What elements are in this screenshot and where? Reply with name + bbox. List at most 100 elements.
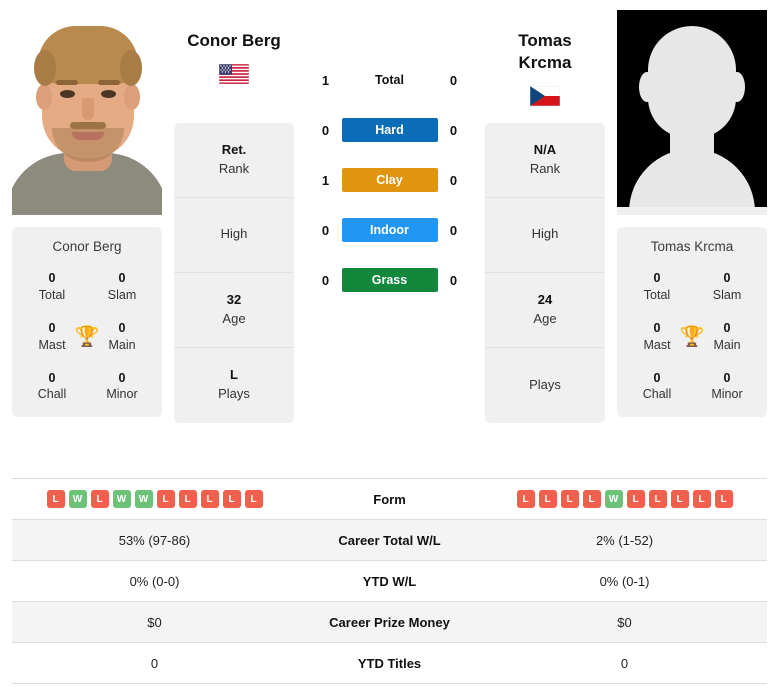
form-badge-loss: L [670,490,689,508]
title-value: 0 [48,271,56,285]
form-badge-loss: L [516,490,535,508]
info-label: High [531,226,559,242]
title-label: Slam [712,287,742,302]
trophy-icon: 🏆 [679,325,705,348]
right-titles-grid: 0 Total 0 Slam 0 Mast 🏆 0 Main 0 Chall 0… [617,270,767,403]
title-label: Total [643,287,671,302]
right-player-name-line2: Krcma [518,52,572,72]
form-badge-win: W [112,490,131,508]
surface-label-total: Total [375,73,404,87]
title-value: 0 [118,370,126,385]
title-label: Chall [37,387,67,402]
title-stat-main: 0 Main [701,320,753,354]
form-badge-loss: L [178,490,197,508]
left-career-wl: 53% (97-86) [118,532,191,548]
titles-row: 0 Total 0 Slam [617,270,767,304]
comparison-header: Conor Berg 0 Total 0 Slam 0 Mast 🏆 0 Mai… [0,0,779,478]
left-player-titles-card: Conor Berg 0 Total 0 Slam 0 Mast 🏆 0 Mai… [12,227,162,418]
title-label: Slam [107,287,137,302]
left-player-info-card: Ret. Rank High 32 Age L Plays [174,122,294,423]
info-value: N/A [533,141,557,157]
right-h2h-grass: 0 [449,272,458,288]
left-h2h-clay: 1 [321,172,330,188]
titles-row: 0 Chall 0 Minor [12,370,162,404]
info-label: Plays [218,386,250,402]
titles-row: 0 Mast 🏆 0 Main [12,320,162,354]
info-cell-age: 24 Age [485,273,605,348]
table-row-career-prize: $0 Career Prize Money $0 [12,602,767,643]
title-label: Mast [643,337,671,352]
title-stat-minor: 0 Minor [701,370,753,404]
player-comparison-page: Conor Berg 0 Total 0 Slam 0 Mast 🏆 0 Mai… [0,0,779,699]
info-value: Ret. [221,141,247,157]
row-label-career-prize: Career Prize Money [329,614,450,630]
player-silhouette-placeholder [617,10,767,215]
right-player-titles-card: Tomas Krcma 0 Total 0 Slam 0 Mast 🏆 0 Ma… [617,227,767,418]
left-player-photo [12,10,162,215]
title-label: Main [108,337,136,352]
left-h2h-indoor: 0 [321,222,330,238]
info-label: High [220,226,248,242]
form-badge-loss: L [692,490,711,508]
right-h2h-clay: 0 [449,172,458,188]
title-label: Minor [711,387,743,402]
left-h2h-hard: 0 [321,122,330,138]
title-stat-chall: 0 Chall [26,370,78,404]
row-label-ytd-titles: YTD Titles [357,655,422,671]
left-ytd-titles: 0 [150,655,159,671]
info-label: Rank [529,160,561,176]
right-form-strip: LLLLWLLLLL [516,490,733,508]
title-label: Minor [106,387,138,402]
left-form-cell: LWLWWLLLLL [12,479,297,519]
form-badge-loss: L [560,490,579,508]
us-flag-icon [219,63,249,84]
form-badge-loss: L [200,490,219,508]
right-form-cell: LLLLWLLLLL [482,479,767,519]
table-row-ytd-wl: 0% (0-0) YTD W/L 0% (0-1) [12,561,767,602]
row-label-form: Form [373,491,406,507]
surface-row-total: 1 Total 0 [305,68,475,92]
info-value: 24 [537,291,553,307]
right-player-info-card: N/A Rank High 24 Age Plays [485,122,605,423]
titles-row: 0 Chall 0 Minor [617,370,767,404]
title-stat-total: 0 Total [631,270,683,304]
title-value: 0 [653,320,661,335]
right-player-photo [617,10,767,215]
info-cell-rank: Ret. Rank [174,123,294,198]
title-value: 0 [48,320,56,335]
form-badge-loss: L [626,490,645,508]
left-form-strip: LWLWWLLLLL [46,490,263,508]
head-to-head-surface-column: 1 Total 0 0 Hard 0 1 Clay 0 0 Indoor 0 0 [294,10,485,292]
title-stat-minor: 0 Minor [96,370,148,404]
left-titles-grid: 0 Total 0 Slam 0 Mast 🏆 0 Main 0 Chall 0… [12,270,162,403]
form-badge-loss: L [714,490,733,508]
title-stat-chall: 0 Chall [631,370,683,404]
info-cell-rank: N/A Rank [485,123,605,198]
titles-row: 0 Total 0 Slam [12,270,162,304]
table-row-ytd-titles: 0 YTD Titles 0 [12,643,767,684]
left-h2h-grass: 0 [321,272,330,288]
title-stat-total: 0 Total [26,270,78,304]
right-player-record-name: Tomas Krcma [650,239,734,254]
left-player-name: Conor Berg [187,31,281,50]
info-cell-plays: Plays [485,348,605,423]
title-label: Mast [38,337,66,352]
title-value: 0 [723,271,731,285]
info-label: Rank [218,160,250,176]
info-value: 32 [226,291,242,307]
form-badge-loss: L [244,490,263,508]
surface-badge-indoor: Indoor [341,218,438,242]
cz-flag-icon [529,85,560,106]
form-badge-loss: L [648,490,667,508]
title-value: 0 [118,320,126,335]
info-value: L [230,367,238,383]
title-value: 0 [653,370,661,385]
form-badge-loss: L [222,490,241,508]
right-player-info-column: Tomas Krcma N/A Rank High 24 Age Plays [485,10,605,423]
right-player-heading: Tomas Krcma [518,10,572,111]
title-label: Chall [642,387,672,402]
info-cell-age: 32 Age [174,273,294,348]
surface-badge-hard: Hard [341,118,438,142]
form-badge-win: W [68,490,87,508]
info-cell-plays: L Plays [174,348,294,423]
